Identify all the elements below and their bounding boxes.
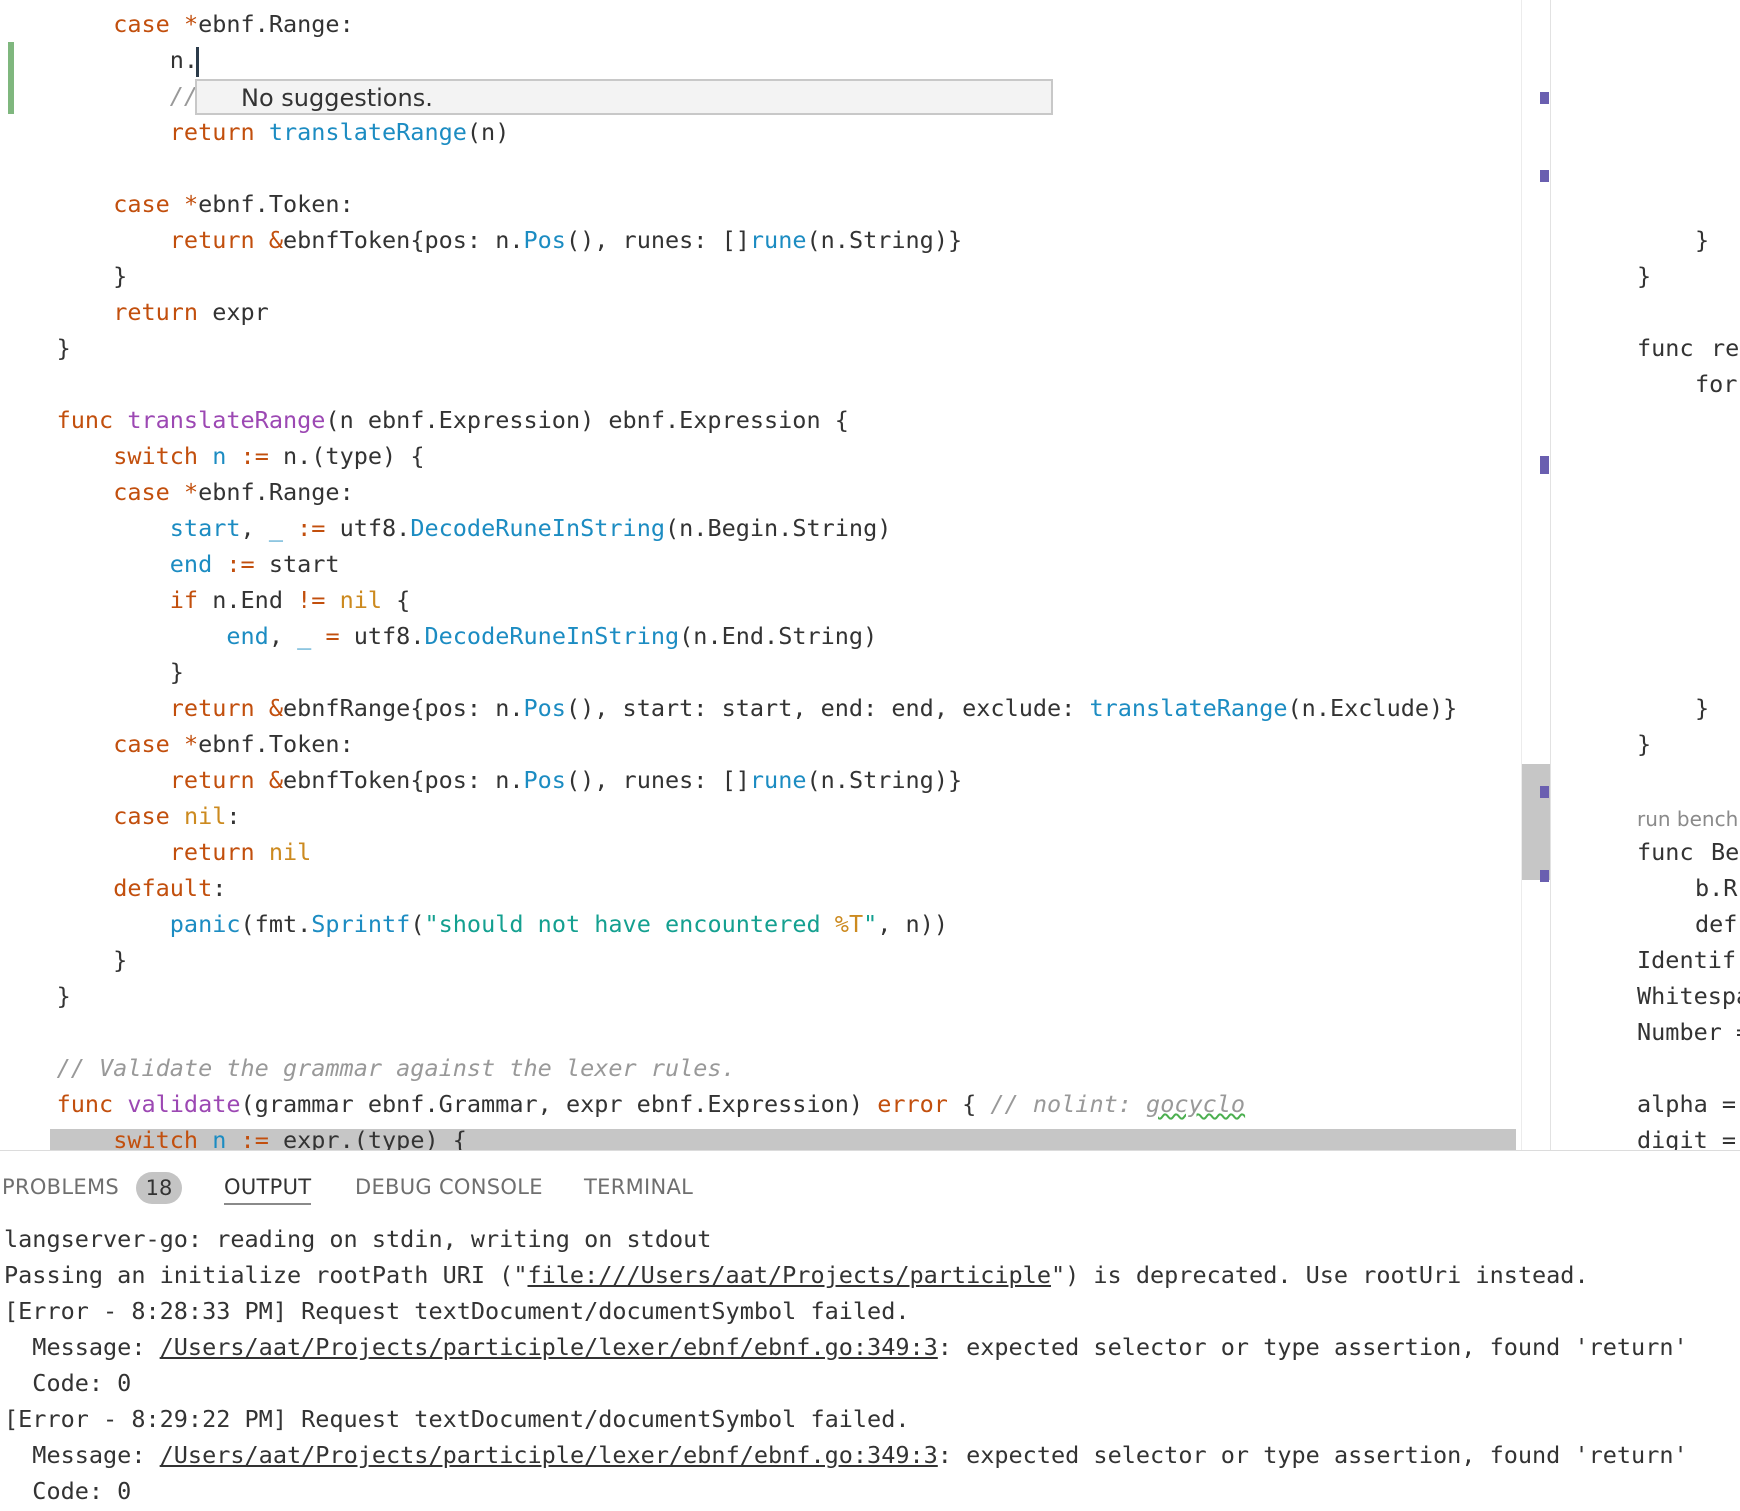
output-line: [Error - 8:29:22 PM] Request textDocumen… [4,1405,910,1433]
output-line: langserver-go: reading on stdin, writing… [4,1225,712,1253]
code-line[interactable]: n. [0,42,200,78]
code-editor[interactable]: case *ebnf.Range: n. // return translate… [0,0,1523,1150]
code-line[interactable]: return &ebnfRange{pos: n.Pos(), start: s… [0,690,1458,726]
overview-ruler-mark [1540,170,1549,182]
text-cursor [196,46,200,77]
code-line[interactable]: } [1695,690,1709,726]
code-line[interactable]: for [1695,366,1737,402]
code-line[interactable]: } [0,654,184,690]
tab-debug-console[interactable]: DEBUG CONSOLE [355,1171,543,1203]
tab-problems[interactable]: PROBLEMS [2,1171,119,1203]
code-line[interactable]: case *ebnf.Token: [0,186,354,222]
code-line[interactable]: } [0,978,71,1014]
right-editor-pane[interactable]: } } func rea for } } run bench func Ben … [1551,0,1740,1150]
code-line[interactable]: if n.End != nil { [0,582,411,618]
code-line[interactable]: switch n := n.(type) { [0,438,424,474]
code-line[interactable]: func translateRange(n ebnf.Expression) e… [0,402,849,438]
code-line[interactable]: case *ebnf.Token: [0,726,354,762]
code-line[interactable]: // Validate the grammar against the lexe… [0,1050,736,1086]
no-suggestions-text: No suggestions. [241,84,433,112]
output-text: ") is deprecated. Use rootUri instead. [1050,1261,1589,1289]
code-line[interactable]: } [1695,222,1709,258]
overview-ruler-mark [1540,456,1549,474]
code-line[interactable]: rea [1711,330,1740,366]
suggestion-widget: No suggestions. [195,79,1053,115]
code-line[interactable]: switch n := expr.(type) { [0,1122,467,1150]
file-link[interactable]: /Users/aat/Projects/participle/lexer/ebn… [160,1441,938,1469]
tab-output[interactable]: OUTPUT [224,1171,312,1205]
output-line: Message: /Users/aat/Projects/participle/… [4,1437,1688,1473]
output-text: Message: [4,1333,160,1361]
code-line[interactable]: return &ebnfToken{pos: n.Pos(), runes: [… [0,222,962,258]
code-line[interactable]: } [0,258,127,294]
code-line[interactable]: func validate(grammar ebnf.Grammar, expr… [0,1086,1246,1122]
code-line[interactable]: // [0,78,198,114]
code-line[interactable]: default: [0,870,226,906]
code-line[interactable]: } [1637,258,1651,294]
tab-terminal[interactable]: TERMINAL [584,1171,693,1203]
file-link[interactable]: file:///Users/aat/Projects/participle [527,1261,1050,1289]
code-line[interactable]: return &ebnfToken{pos: n.Pos(), runes: [… [0,762,962,798]
output-text: : expected selector or type assertion, f… [937,1333,1688,1361]
problems-count-badge: 18 [136,1172,182,1204]
output-line: Code: 0 [4,1477,132,1505]
code-line[interactable]: start, _ := utf8.DecodeRuneInString(n.Be… [0,510,892,546]
code-line[interactable]: alpha = [1637,1086,1736,1122]
code-line[interactable]: case *ebnf.Range: [0,6,354,42]
run-benchmark-codelens[interactable]: run bench [1637,807,1738,831]
overview-ruler-mark [1540,786,1549,798]
code-line[interactable]: func [1637,330,1694,366]
output-line: Passing an initialize rootPath URI ("fil… [4,1257,1589,1293]
code-line[interactable]: } [0,330,71,366]
code-line[interactable]: b.R [1695,870,1737,906]
file-link[interactable]: /Users/aat/Projects/participle/lexer/ebn… [160,1333,938,1361]
code-line[interactable]: return nil [0,834,312,870]
code-line[interactable]: Whitespa [1637,978,1740,1014]
code-line[interactable]: Number = [1637,1014,1740,1050]
editor-scrollbar[interactable] [1521,0,1550,1150]
output-text: : expected selector or type assertion, f… [937,1441,1688,1469]
code-line[interactable]: end, _ = utf8.DecodeRuneInString(n.End.S… [0,618,877,654]
output-line: Message: /Users/aat/Projects/participle/… [4,1329,1688,1365]
code-line[interactable]: } [0,942,127,978]
code-line[interactable]: return expr [0,294,269,330]
overview-ruler-mark [1540,92,1549,104]
output-line: Code: 0 [4,1369,132,1397]
code-line[interactable]: case nil: [0,798,240,834]
output-line: [Error - 8:28:33 PM] Request textDocumen… [4,1297,910,1325]
output-text: Message: [4,1441,160,1469]
code-line[interactable]: digit = [1637,1122,1736,1150]
code-line[interactable]: func [1637,834,1694,870]
code-line[interactable]: end := start [0,546,340,582]
scrollbar-thumb[interactable] [1522,764,1550,880]
code-line[interactable]: Ben [1711,834,1740,870]
code-line[interactable]: } [1637,726,1651,762]
code-line[interactable]: return translateRange(n) [0,114,510,150]
panel-tabs: PROBLEMS 18 OUTPUT DEBUG CONSOLE TERMINA… [0,1151,1740,1211]
overview-ruler-mark [1540,870,1549,882]
bottom-panel: PROBLEMS 18 OUTPUT DEBUG CONSOLE TERMINA… [0,1150,1740,1511]
code-line[interactable]: case *ebnf.Range: [0,474,354,510]
output-text: Passing an initialize rootPath URI (" [4,1261,528,1289]
code-line[interactable]: def [1695,906,1737,942]
code-line[interactable]: Identif [1637,942,1736,978]
code-line[interactable]: panic(fmt.Sprintf("should not have encou… [0,906,948,942]
